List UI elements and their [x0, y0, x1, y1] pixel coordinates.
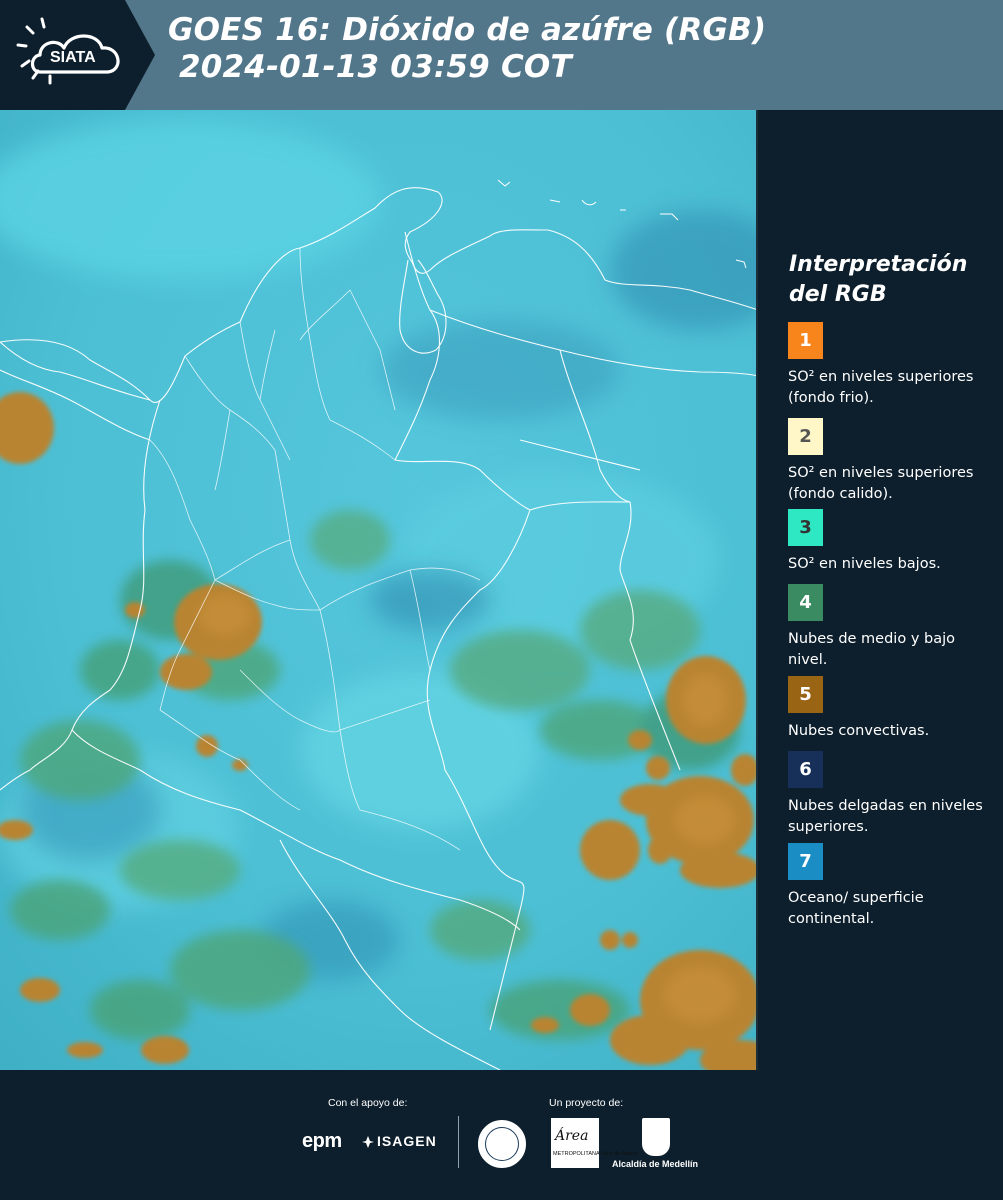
support-label: Con el apoyo de: [328, 1097, 408, 1109]
legend-text-6: Nubes delgadas en niveles superiores. [788, 798, 983, 835]
isagen-icon [362, 1136, 374, 1148]
area-logo-subtitle: METROPOLITANA Valle de Aburrá [553, 1151, 639, 1157]
epm-logo: epm [302, 1130, 342, 1152]
siata-logo: SIATA [0, 0, 155, 110]
legend-text-4: Nubes de medio y bajo nivel. [788, 631, 955, 668]
legend-panel: Interpretación del RGB 1 SO² en niveles … [760, 110, 1003, 1070]
project-label: Un proyecto de: [549, 1097, 624, 1109]
logo-text: SIATA [50, 49, 96, 66]
alcaldia-shield-icon [642, 1118, 670, 1156]
legend-text-7: Oceano/ superficie continental. [788, 890, 924, 927]
legend-swatch-3: 3 [788, 509, 823, 546]
header: SIATA GOES 16: Dióxido de azúfre (RGB) 2… [0, 0, 1003, 110]
legend-item-6: 6 Nubes delgadas en niveles superiores. [788, 751, 998, 838]
legend-swatch-6: 6 [788, 751, 823, 788]
legend-text-1: SO² en niveles superiores (fondo frio). [788, 369, 974, 406]
legend-item-7: 7 Oceano/ superficie continental. [788, 843, 998, 930]
legend-title: Interpretación del RGB [789, 252, 968, 307]
satellite-map [0, 110, 758, 1070]
seal-inner-ring [485, 1127, 519, 1161]
title-line-2: 2024-01-13 03:59 COT [168, 49, 572, 85]
legend-swatch-1: 1 [788, 322, 823, 359]
legend-swatch-4: 4 [788, 584, 823, 621]
alcaldia-label: Alcaldía de Medellín [612, 1159, 699, 1169]
area-metropolitana-logo: Área METROPOLITANA Valle de Aburrá [551, 1118, 638, 1168]
legend-item-3: 3 SO² en niveles bajos. [788, 509, 998, 596]
legend-text-2: SO² en niveles superiores (fondo calido)… [788, 465, 974, 502]
legend-swatch-7: 7 [788, 843, 823, 880]
title-line-1: GOES 16: Dióxido de azúfre (RGB) [168, 12, 767, 48]
footer: Con el apoyo de: Un proyecto de: epm ISA… [0, 1070, 1003, 1200]
footer-divider [458, 1116, 459, 1168]
legend-swatch-2: 2 [788, 418, 823, 455]
area-logo-title: Área [555, 1128, 589, 1144]
legend-item-4: 4 Nubes de medio y bajo nivel. [788, 584, 998, 671]
legend-item-1: 1 SO² en niveles superiores (fondo frio)… [788, 322, 998, 409]
isagen-logo: ISAGEN [377, 1133, 437, 1149]
legend-swatch-5: 5 [788, 676, 823, 713]
legend-item-2: 2 SO² en niveles superiores (fondo calid… [788, 418, 998, 515]
page-title: GOES 16: Dióxido de azúfre (RGB) 2024-01… [168, 12, 766, 86]
university-seal [478, 1120, 526, 1168]
legend-item-5: 5 Nubes convectivas. [788, 676, 998, 763]
